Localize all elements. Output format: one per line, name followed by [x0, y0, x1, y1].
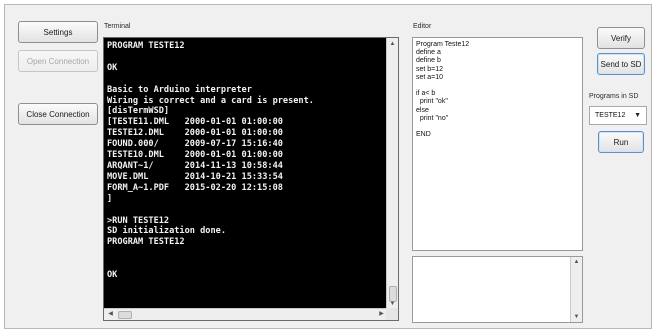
terminal-line: Wiring is correct and a card is present. — [107, 95, 314, 106]
terminal-line: [TESTE11.DML 2000-01-01 01:00:00 — [107, 117, 283, 128]
scroll-corner — [386, 308, 398, 320]
terminal-line: MOVE.DML 2014-10-21 15:33:54 — [107, 171, 283, 182]
editor-textarea[interactable]: Program Teste12 define a define b set b=12 s… — [412, 37, 583, 251]
selected-program: TESTE12 — [595, 112, 626, 119]
terminal-line: TESTE12.DML 2000-01-01 01:00:00 — [107, 128, 283, 139]
editor-label: Editor — [413, 23, 432, 30]
editor-line: Program Teste12 — [416, 41, 470, 48]
terminal-hscroll-thumb[interactable] — [118, 311, 132, 319]
editor-line: define b — [416, 57, 441, 65]
arrow-left-icon[interactable]: ◀ — [105, 309, 116, 319]
editor-line: print "no" — [416, 114, 449, 122]
terminal-line: PROGRAM TESTE12 — [107, 41, 185, 51]
terminal-text: PROGRAM TESTE12 OK Basic to Arduino inte… — [107, 41, 383, 281]
terminal-horizontal-scrollbar[interactable]: ◀ ▶ — [104, 308, 388, 320]
programs-select[interactable]: TESTE12 ▼ — [589, 106, 647, 125]
editor-code: Program Teste12 define a define b set b=12 s… — [416, 41, 469, 139]
programs-in-sd-label: Programs in SD — [589, 93, 639, 100]
send-to-sd-button[interactable]: Send to SD — [597, 53, 645, 75]
editor-line: define a — [416, 49, 441, 57]
output-vertical-scrollbar[interactable]: ▲ ▼ — [570, 257, 582, 322]
terminal-line: PROGRAM TESTE12 — [107, 237, 185, 248]
terminal-label: Terminal — [104, 23, 131, 30]
terminal-line: FORM_A~1.PDF 2015-02-20 12:15:08 — [107, 182, 283, 193]
terminal-line: OK — [107, 62, 118, 73]
chevron-down-icon: ▼ — [634, 112, 641, 119]
arrow-up-icon[interactable]: ▲ — [571, 257, 582, 267]
editor-line: if a< b — [416, 90, 436, 98]
terminal-line: FOUND.000/ 2009-07-17 15:16:40 — [107, 139, 283, 150]
terminal-output[interactable]: PROGRAM TESTE12 OK Basic to Arduino inte… — [103, 37, 399, 321]
settings-button[interactable]: Settings — [18, 21, 98, 43]
close-connection-button[interactable]: Close Connection — [18, 103, 98, 125]
terminal-line: >RUN TESTE12 — [107, 215, 170, 226]
terminal-line: TESTE10.DML 2000-01-01 01:00:00 — [107, 150, 283, 161]
terminal-line: OK — [107, 270, 118, 281]
editor-line: END — [416, 131, 431, 139]
terminal-line: ] — [107, 193, 113, 204]
editor-line: set a=10 — [416, 73, 444, 81]
editor-line: else — [416, 106, 429, 114]
terminal-line: SD initialization done. — [107, 226, 226, 237]
open-connection-button[interactable]: Open Connection — [18, 50, 98, 72]
arrow-up-icon[interactable]: ▲ — [387, 39, 398, 49]
editor-line: set b=12 — [416, 65, 444, 73]
run-button[interactable]: Run — [598, 131, 644, 153]
verify-button[interactable]: Verify — [597, 27, 645, 49]
arrow-down-icon[interactable]: ▼ — [571, 312, 582, 322]
terminal-line: [disTermWSD] — [107, 106, 170, 117]
editor-line: print "ok" — [416, 98, 448, 106]
terminal-vertical-scrollbar[interactable]: ▲ ▼ — [386, 38, 398, 310]
editor-output-box[interactable]: ▲ ▼ — [412, 256, 583, 323]
terminal-line: ARQANT~1/ 2014-11-13 10:58:44 — [107, 160, 283, 171]
terminal-line: Basic to Arduino interpreter — [107, 84, 252, 95]
